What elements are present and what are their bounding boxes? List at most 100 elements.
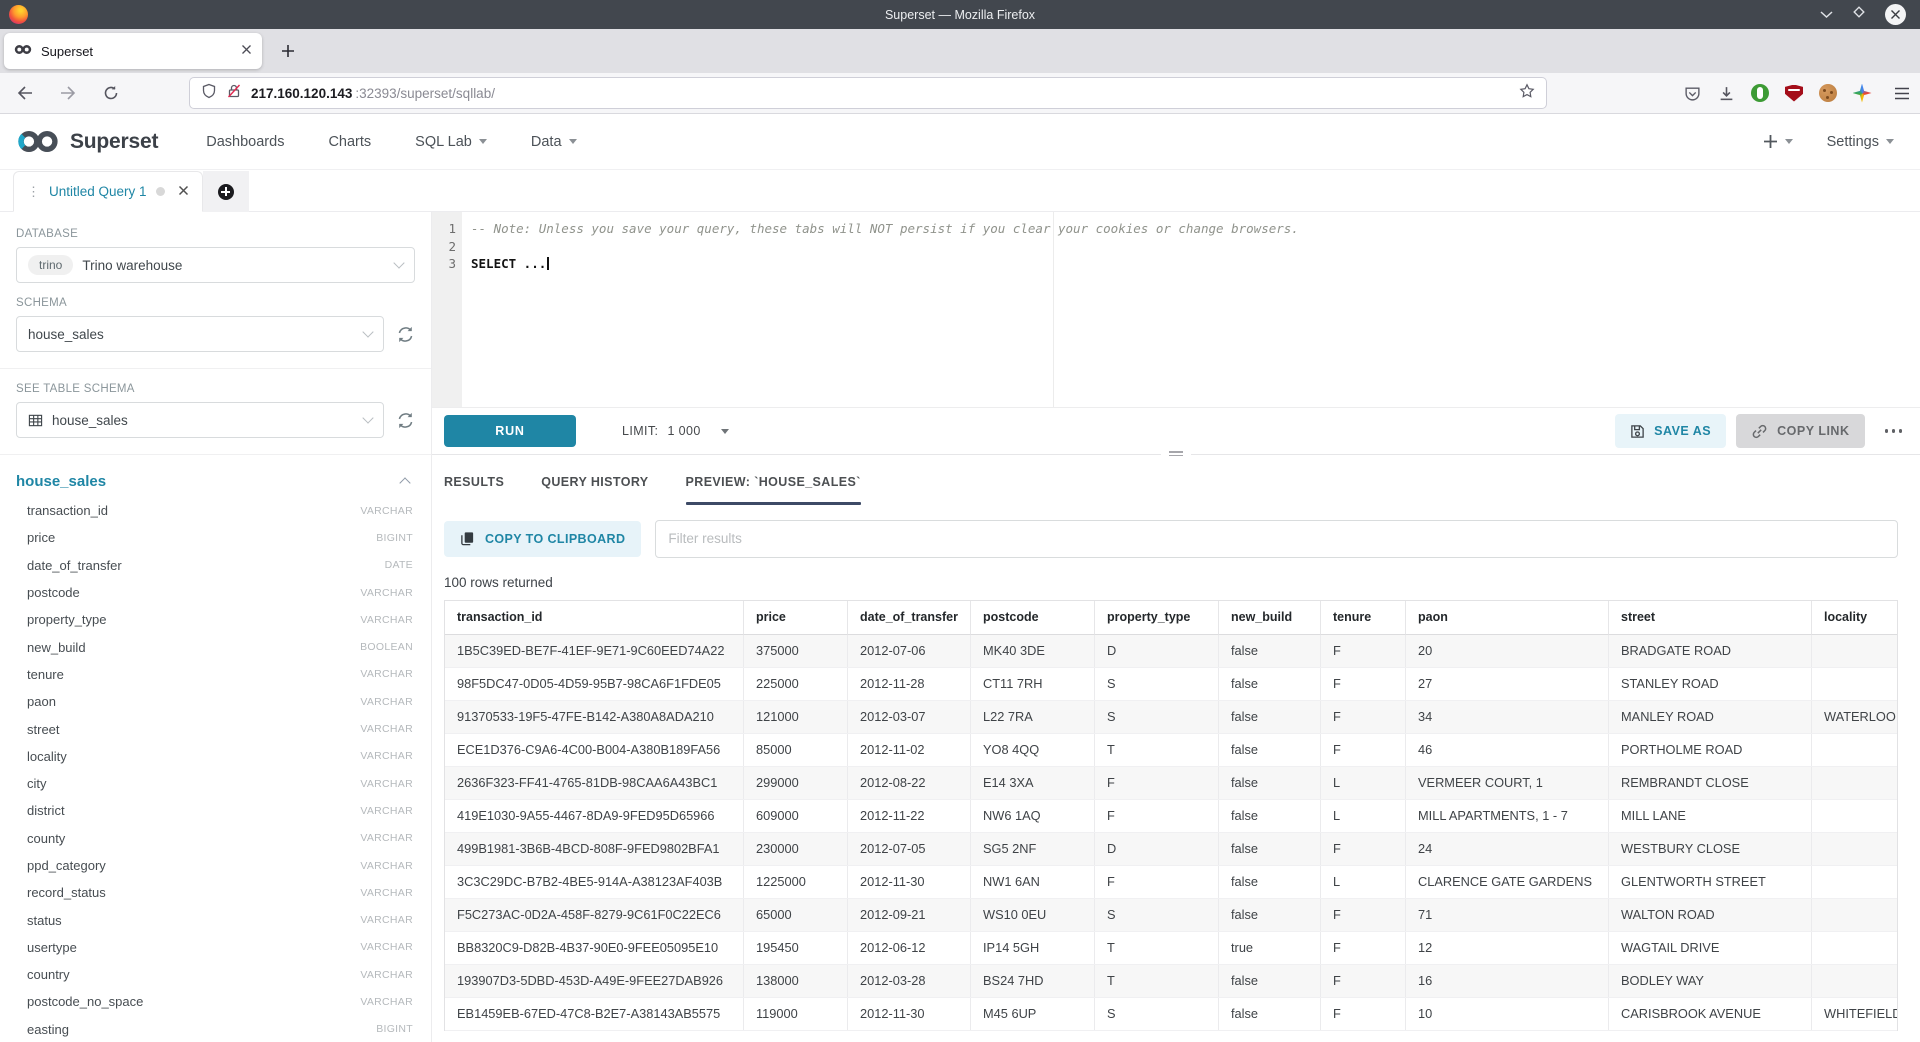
run-button[interactable]: RUN <box>444 415 576 447</box>
column-header[interactable]: street <box>1609 601 1812 635</box>
table-column-row[interactable]: transaction_id VARCHAR <box>16 497 415 524</box>
table-column-row[interactable]: country VARCHAR <box>16 961 415 988</box>
more-options-icon[interactable] <box>1883 423 1905 439</box>
column-name: new_build <box>27 640 86 655</box>
column-header[interactable]: paon <box>1406 601 1609 635</box>
reload-icon[interactable] <box>98 80 124 106</box>
window-maximize-icon[interactable] <box>1852 5 1866 24</box>
sql-editor[interactable]: 123 -- Note: Unless you save your query,… <box>432 212 1920 408</box>
cell-postcode: BS24 7HD <box>971 965 1095 997</box>
query-tab[interactable]: ⋮ Untitled Query 1 <box>13 171 203 212</box>
refresh-schemas-icon[interactable] <box>396 325 415 344</box>
browser-titlebar: Superset — Mozilla Firefox <box>0 0 1920 29</box>
resize-handle-icon[interactable] <box>1161 447 1191 460</box>
cell-property-type: S <box>1095 899 1219 931</box>
table-column-row[interactable]: record_status VARCHAR <box>16 879 415 906</box>
editor-code[interactable]: -- Note: Unless you save your query, the… <box>462 212 1920 407</box>
copy-to-clipboard-button[interactable]: COPY TO CLIPBOARD <box>444 521 641 557</box>
shield-icon[interactable] <box>201 83 217 104</box>
settings-menu[interactable]: Settings <box>1827 134 1894 150</box>
table-column-row[interactable]: locality VARCHAR <box>16 743 415 770</box>
database-engine-badge: trino <box>28 255 73 275</box>
column-header[interactable]: locality <box>1812 601 1897 635</box>
table-schema-heading[interactable]: house_sales <box>16 473 413 490</box>
back-icon[interactable] <box>12 80 38 106</box>
filter-results-input[interactable] <box>655 520 1898 558</box>
table-column-row[interactable]: county VARCHAR <box>16 825 415 852</box>
limit-dropdown[interactable]: LIMIT: 1 000 <box>622 424 729 438</box>
cell-transaction-id: 193907D3-5DBD-453D-A49E-9FEE27DAB926 <box>445 965 744 997</box>
table-column-row[interactable]: status VARCHAR <box>16 906 415 933</box>
new-tab-icon[interactable] <box>272 35 304 67</box>
table-column-row[interactable]: usertype VARCHAR <box>16 934 415 961</box>
cell-price: 121000 <box>744 701 848 733</box>
table-column-row[interactable]: district VARCHAR <box>16 797 415 824</box>
schema-select[interactable]: house_sales <box>16 316 384 352</box>
column-header[interactable]: transaction_id <box>445 601 744 635</box>
results-tab[interactable]: QUERY HISTORY <box>541 475 648 505</box>
cell-postcode: L22 7RA <box>971 701 1095 733</box>
bookmark-star-icon[interactable] <box>1519 83 1535 104</box>
results-tab-label: RESULTS <box>444 475 504 489</box>
results-tab[interactable]: RESULTS <box>444 475 504 505</box>
insecure-lock-icon[interactable] <box>226 83 242 104</box>
cell-price: 609000 <box>744 800 848 832</box>
refresh-tables-icon[interactable] <box>396 411 415 430</box>
caret-down-icon <box>721 429 729 434</box>
nav-menu-item[interactable]: Data <box>531 134 577 150</box>
nav-menu-item[interactable]: Dashboards <box>206 134 284 150</box>
extension-sparkle-icon[interactable] <box>1852 83 1872 103</box>
table-column-row[interactable]: easting BIGINT <box>16 1016 415 1042</box>
superset-logo[interactable]: Superset <box>16 129 158 154</box>
cookie-extension-icon[interactable] <box>1818 83 1838 103</box>
table-column-row[interactable]: street VARCHAR <box>16 715 415 742</box>
database-select[interactable]: trino Trino warehouse <box>16 247 415 283</box>
query-tab-close-icon[interactable] <box>178 183 189 201</box>
privacy-badger-icon[interactable] <box>1750 83 1770 103</box>
forward-icon[interactable] <box>55 80 81 106</box>
cell-date-of-transfer: 2012-11-22 <box>848 800 971 832</box>
table-column-row[interactable]: paon VARCHAR <box>16 688 415 715</box>
table-select[interactable]: house_sales <box>16 402 384 438</box>
tab-close-icon[interactable] <box>241 42 252 60</box>
column-header[interactable]: tenure <box>1321 601 1406 635</box>
new-item-button[interactable] <box>1763 134 1793 149</box>
save-as-button[interactable]: SAVE AS <box>1615 414 1726 448</box>
nav-menu-item[interactable]: SQL Lab <box>415 134 487 150</box>
nav-menu-item[interactable]: Charts <box>328 134 371 150</box>
menu-hamburger-icon[interactable] <box>1892 83 1912 103</box>
caret-down-icon <box>1886 139 1894 144</box>
column-type: VARCHAR <box>360 668 415 680</box>
table-column-row[interactable]: new_build BOOLEAN <box>16 633 415 660</box>
column-header[interactable]: new_build <box>1219 601 1321 635</box>
column-header[interactable]: postcode <box>971 601 1095 635</box>
chevron-down-icon <box>362 326 373 337</box>
column-header[interactable]: date_of_transfer <box>848 601 971 635</box>
url-bar[interactable]: 217.160.120.143 :32393/superset/sqllab/ <box>190 78 1546 108</box>
browser-toolbar: 217.160.120.143 :32393/superset/sqllab/ <box>0 73 1920 114</box>
table-column-row[interactable]: property_type VARCHAR <box>16 606 415 633</box>
table-column-row[interactable]: city VARCHAR <box>16 770 415 797</box>
window-close-icon[interactable] <box>1885 4 1906 25</box>
results-tab[interactable]: PREVIEW: `HOUSE_SALES` <box>686 475 861 505</box>
copy-link-button[interactable]: COPY LINK <box>1736 414 1864 448</box>
collapse-chevron-icon[interactable] <box>399 477 410 488</box>
column-header[interactable]: property_type <box>1095 601 1219 635</box>
browser-tab[interactable]: Superset <box>4 33 262 69</box>
table-column-row[interactable]: date_of_transfer DATE <box>16 552 415 579</box>
download-icon[interactable] <box>1716 83 1736 103</box>
cell-property-type: F <box>1095 767 1219 799</box>
cell-tenure: L <box>1321 800 1406 832</box>
table-column-row[interactable]: tenure VARCHAR <box>16 661 415 688</box>
table-column-row[interactable]: ppd_category VARCHAR <box>16 852 415 879</box>
column-header[interactable]: price <box>744 601 848 635</box>
add-query-tab[interactable] <box>203 171 249 212</box>
table-column-row[interactable]: postcode VARCHAR <box>16 579 415 606</box>
table-column-row[interactable]: price BIGINT <box>16 524 415 551</box>
pocket-icon[interactable] <box>1682 83 1702 103</box>
table-column-row[interactable]: postcode_no_space VARCHAR <box>16 988 415 1015</box>
ublock-icon[interactable] <box>1784 83 1804 103</box>
window-minimize-icon[interactable] <box>1820 6 1833 24</box>
cell-new-build: false <box>1219 635 1321 667</box>
editor-toolbar: RUN LIMIT: 1 000 SAVE AS COPY LINK <box>432 408 1920 455</box>
